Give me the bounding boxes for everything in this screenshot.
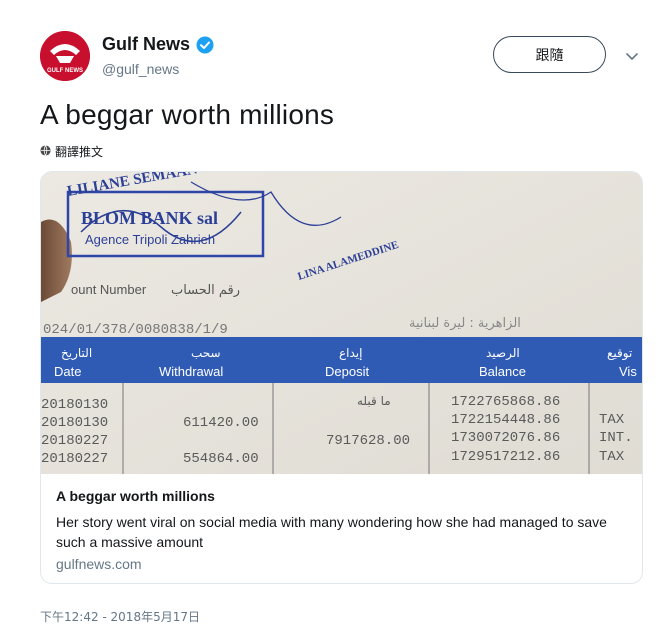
header-date-ar: التاريخ	[61, 346, 92, 361]
header-deposit: Deposit	[325, 364, 369, 379]
follow-button[interactable]: 跟隨	[493, 36, 606, 73]
row4-withdrawal: 554864.00	[183, 451, 259, 467]
tweet-timestamp[interactable]: 下午12:42 - 2018年5月17日	[40, 608, 200, 625]
card-title[interactable]: A beggar worth millions	[56, 488, 215, 504]
avatar[interactable]: GULF NEWS	[40, 31, 90, 81]
row3-deposit: 7917628.00	[326, 433, 410, 449]
row3-note: INT.	[599, 430, 633, 446]
row4-balance: 1729517212.86	[451, 449, 560, 465]
gulf-news-logo-icon: GULF NEWS	[40, 31, 90, 81]
row1-balance: 1722765868.86	[451, 394, 560, 410]
header-withdrawal-ar: سحب	[191, 346, 221, 360]
card-image: LILIANE SEMAAN BLOM BANK sal Agence Trip…	[41, 172, 642, 474]
account-number: 024/01/378/0080838/1/9	[43, 322, 228, 338]
row2-withdrawal: 611420.00	[183, 415, 259, 431]
row1-deposit: ما قبله	[357, 394, 391, 408]
row3-date: 20180227	[41, 433, 108, 449]
card-description: Her story went viral on social media wit…	[56, 514, 607, 550]
header-vis: Vis	[619, 364, 637, 379]
translate-label: 翻譯推文	[55, 145, 104, 159]
header-balance: Balance	[479, 364, 526, 379]
header-deposit-ar: إيداع	[339, 346, 362, 360]
account-name[interactable]: Gulf News	[102, 34, 190, 55]
header-vis-ar: توقيع	[607, 346, 632, 361]
bank-statement-photo: LILIANE SEMAAN BLOM BANK sal Agence Trip…	[41, 172, 642, 474]
row3-balance: 1730072076.86	[451, 430, 560, 446]
svg-text:GULF NEWS: GULF NEWS	[47, 68, 83, 74]
card-body[interactable]: A beggar worth millions Her story went v…	[41, 474, 642, 583]
row2-date: 20180130	[41, 415, 108, 431]
header-withdrawal: Withdrawal	[159, 364, 223, 379]
header-balance-ar: الرصيد	[486, 346, 520, 361]
card-domain[interactable]: gulfnews.com	[56, 556, 142, 572]
link-card[interactable]: LILIANE SEMAAN BLOM BANK sal Agence Trip…	[40, 171, 643, 584]
branch-label-ar: الزاهرية : ليرة لبنانية	[409, 316, 521, 331]
row4-date: 20180227	[41, 451, 108, 467]
verified-badge-icon	[196, 36, 214, 54]
row2-balance: 1722154448.86	[451, 412, 560, 428]
header-date: Date	[54, 364, 81, 379]
globe-icon	[40, 144, 51, 159]
account-number-label: ount Number	[71, 282, 147, 297]
row4-note: TAX	[599, 449, 625, 465]
account-number-label-ar: رقم الحساب	[171, 283, 240, 298]
stamp-line3: Agence Tripoli Zahrieh	[85, 232, 215, 247]
row2-note: TAX	[599, 412, 625, 428]
account-handle[interactable]: @gulf_news	[102, 61, 179, 77]
row1-date: 20180130	[41, 397, 108, 413]
tweet-text: A beggar worth millions	[40, 99, 335, 130]
chevron-down-icon[interactable]	[622, 46, 642, 66]
translate-tweet-link[interactable]: 翻譯推文	[40, 143, 103, 160]
